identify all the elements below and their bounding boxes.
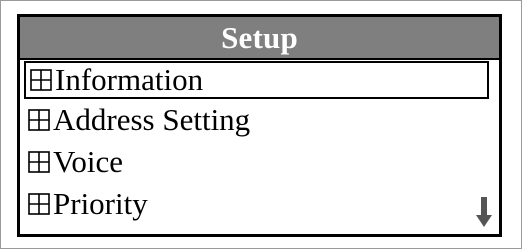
screen-title: Setup (221, 19, 298, 55)
device-screen: Setup Information Address Setting Voice … (0, 0, 522, 249)
menu-item-label: Voice (53, 144, 124, 179)
title-bar: Setup (20, 17, 499, 60)
expand-box-icon (28, 151, 50, 173)
menu-item-information[interactable]: Information (24, 61, 489, 99)
setup-panel: Setup Information Address Setting Voice … (17, 14, 502, 237)
menu-item-address-setting[interactable]: Address Setting (24, 101, 489, 139)
menu-item-priority[interactable]: Priority (24, 185, 489, 223)
expand-box-icon (28, 109, 50, 131)
menu-item-label: Information (55, 62, 204, 97)
expand-box-icon (28, 193, 50, 215)
menu-item-label: Address Setting (53, 102, 251, 137)
menu-item-voice[interactable]: Voice (24, 143, 489, 181)
expand-box-icon (30, 69, 52, 91)
menu-item-label: Priority (53, 186, 148, 221)
scroll-down-arrow-icon[interactable] (475, 196, 493, 228)
